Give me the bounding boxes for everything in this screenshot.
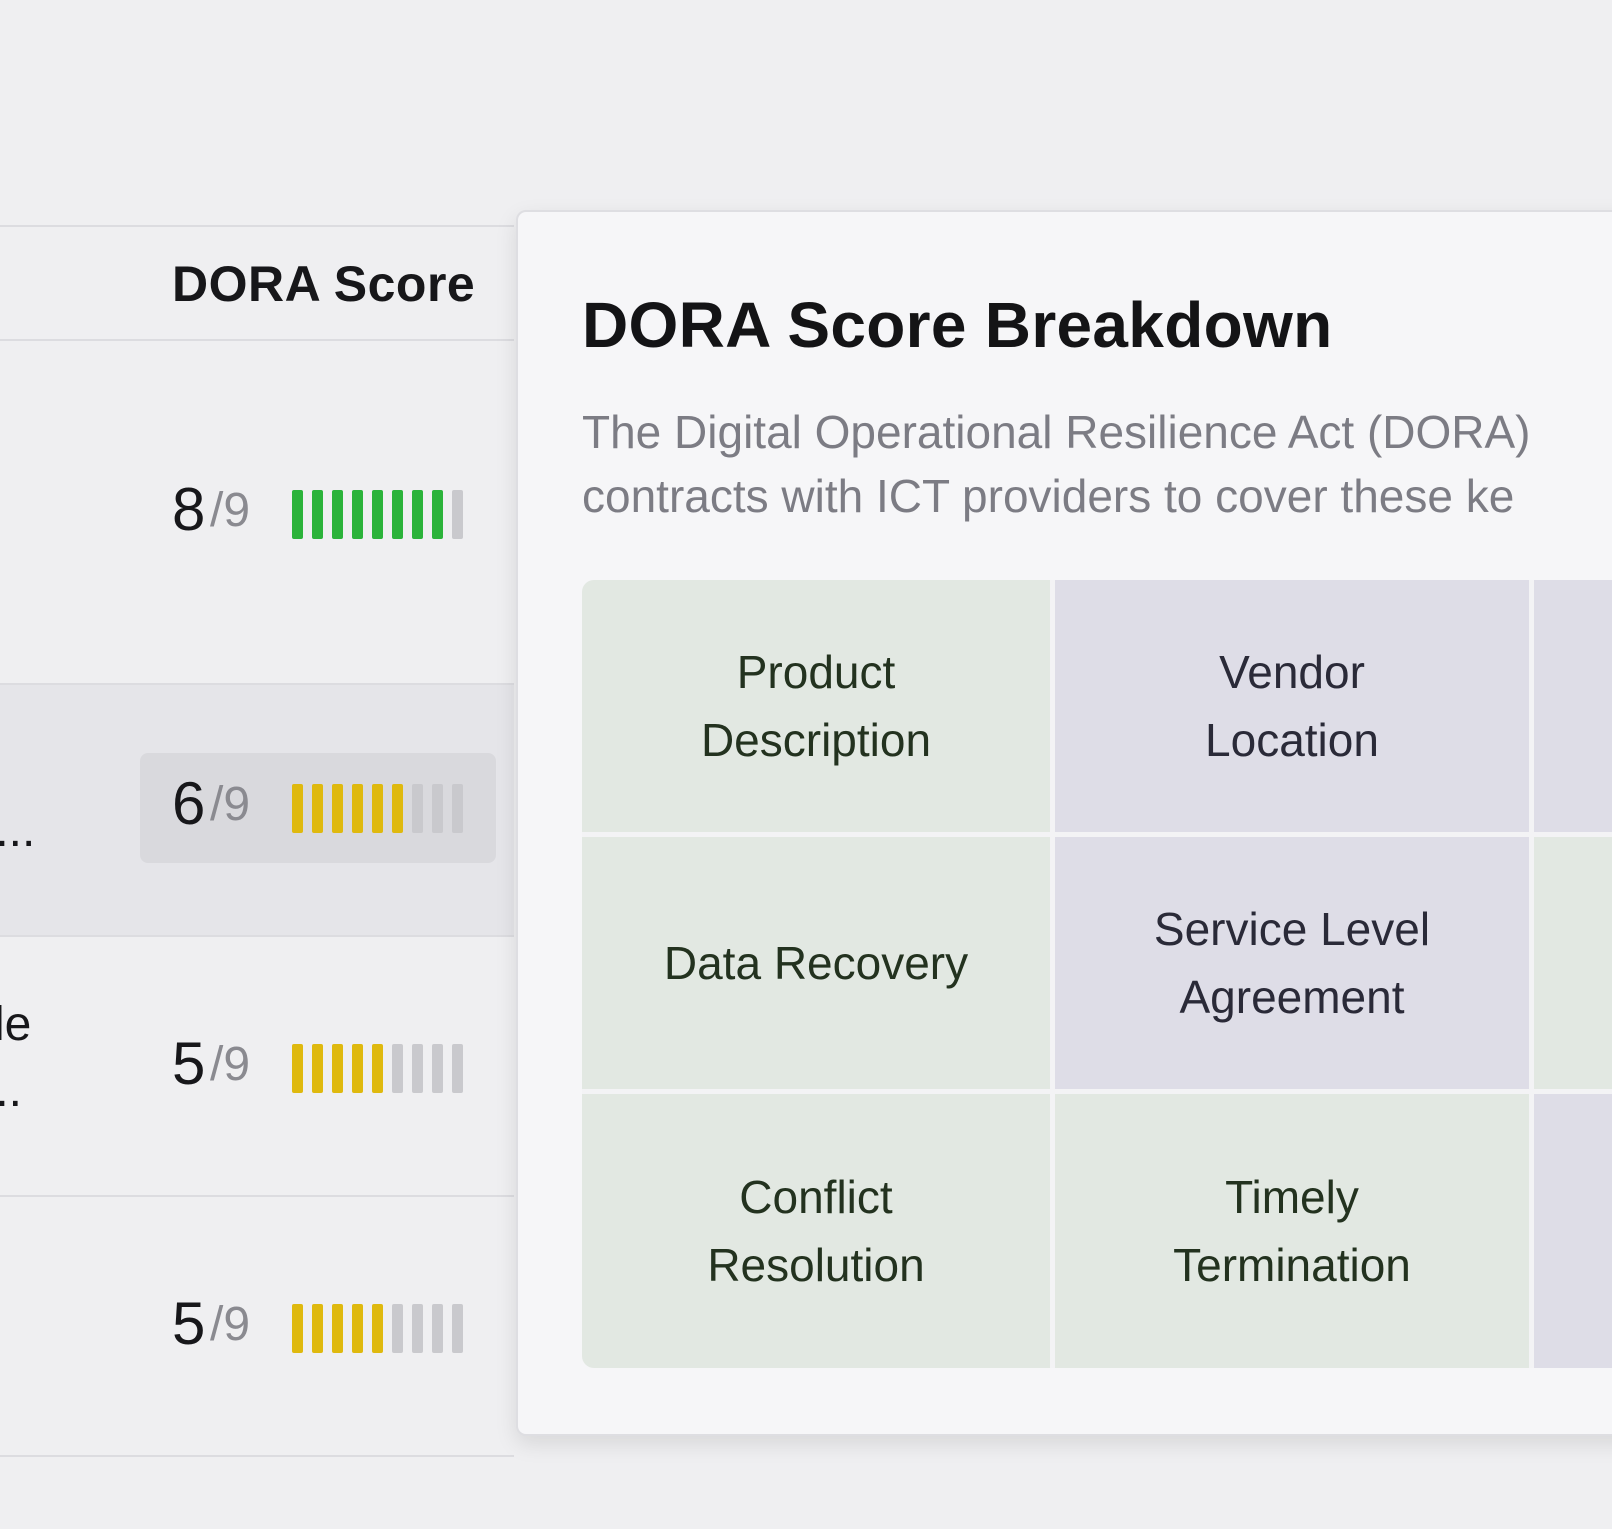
score-bar-filled [332, 784, 343, 833]
score-bar-empty [452, 1304, 463, 1353]
score-bar-meter [292, 784, 463, 833]
score-bar-empty [412, 1044, 423, 1093]
requirement-cell-product-description: Product Description [582, 580, 1050, 832]
score-bar-meter [292, 490, 463, 539]
score-bar-filled [372, 784, 383, 833]
table-row[interactable]: 5 /9 [0, 1197, 514, 1457]
score-bar-filled [332, 1044, 343, 1093]
requirement-cell-conflict-resolution: Conflict Resolution [582, 1094, 1050, 1368]
score-bar-filled [292, 784, 303, 833]
table-row[interactable]: le ... 5 /9 [0, 937, 514, 1197]
score-bar-empty [432, 1044, 443, 1093]
requirement-cell [1534, 837, 1612, 1089]
score-bar-filled [332, 490, 343, 539]
score-max: /9 [210, 484, 251, 537]
dora-score-cell[interactable]: 6 /9 [140, 753, 496, 863]
score-bar-empty [412, 1304, 423, 1353]
popover-description: The Digital Operational Resilience Act (… [582, 400, 1612, 528]
dora-score-cell[interactable]: 8 /9 [140, 459, 496, 569]
score-bar-filled [292, 490, 303, 539]
table-row[interactable]: 8 /9 [0, 341, 514, 685]
score-bar-filled [292, 1304, 303, 1353]
vendor-table: DORA Score 8 /9 r... 6 /9 le ... 5 /9 5 … [0, 225, 514, 1465]
dora-score-cell[interactable]: 5 /9 [140, 1013, 496, 1123]
score-bar-empty [452, 784, 463, 833]
score-bar-empty [412, 784, 423, 833]
score-bar-filled [352, 1304, 363, 1353]
score-bar-filled [372, 1044, 383, 1093]
score-bar-filled [392, 784, 403, 833]
score-value: 5 [172, 1290, 206, 1357]
score-max: /9 [210, 1038, 251, 1091]
score-bar-empty [392, 1044, 403, 1093]
score-bar-filled [432, 490, 443, 539]
score-max: /9 [210, 778, 251, 831]
score-bar-empty [392, 1304, 403, 1353]
score-bar-meter [292, 1304, 463, 1353]
requirement-cell [1534, 580, 1612, 832]
score-bar-filled [392, 490, 403, 539]
score-bar-filled [292, 1044, 303, 1093]
description-line: The Digital Operational Resilience Act (… [582, 406, 1531, 458]
score-bar-filled [372, 1304, 383, 1353]
popover-title: DORA Score Breakdown [582, 289, 1333, 361]
table-row[interactable]: r... 6 /9 [0, 685, 514, 937]
dora-requirements-grid: Product Description Vendor Location Data R… [582, 580, 1612, 1368]
truncated-cell-text: le [0, 998, 32, 1051]
score-bar-filled [312, 1304, 323, 1353]
requirement-cell-service-level-agreement: Service Level Agreement [1055, 837, 1529, 1089]
table-header: DORA Score [0, 227, 514, 341]
score-bar-empty [452, 1044, 463, 1093]
description-line: contracts with ICT providers to cover th… [582, 470, 1515, 522]
score-bar-filled [312, 1044, 323, 1093]
score-bar-filled [412, 490, 423, 539]
dora-score-cell[interactable]: 5 /9 [140, 1273, 496, 1383]
score-bar-filled [372, 490, 383, 539]
dora-score-column-header[interactable]: DORA Score [172, 255, 475, 313]
requirement-cell-vendor-location: Vendor Location [1055, 580, 1529, 832]
score-bar-filled [312, 784, 323, 833]
score-bar-empty [432, 784, 443, 833]
requirement-cell-data-recovery: Data Recovery [582, 837, 1050, 1089]
score-max: /9 [210, 1298, 251, 1351]
score-value: 8 [172, 476, 206, 543]
score-value: 6 [172, 770, 206, 837]
score-bar-filled [352, 1044, 363, 1093]
dora-score-breakdown-popover: DORA Score Breakdown The Digital Operati… [516, 210, 1612, 1436]
requirement-cell-timely-termination: Timely Termination [1055, 1094, 1529, 1368]
score-bar-empty [452, 490, 463, 539]
score-bar-meter [292, 1044, 463, 1093]
truncated-cell-text: ... [0, 1064, 23, 1117]
requirement-cell [1534, 1094, 1612, 1368]
truncated-cell-text: r... [0, 804, 36, 857]
score-value: 5 [172, 1030, 206, 1097]
score-bar-filled [312, 490, 323, 539]
score-bar-filled [352, 490, 363, 539]
score-bar-filled [332, 1304, 343, 1353]
score-bar-filled [352, 784, 363, 833]
score-bar-empty [432, 1304, 443, 1353]
